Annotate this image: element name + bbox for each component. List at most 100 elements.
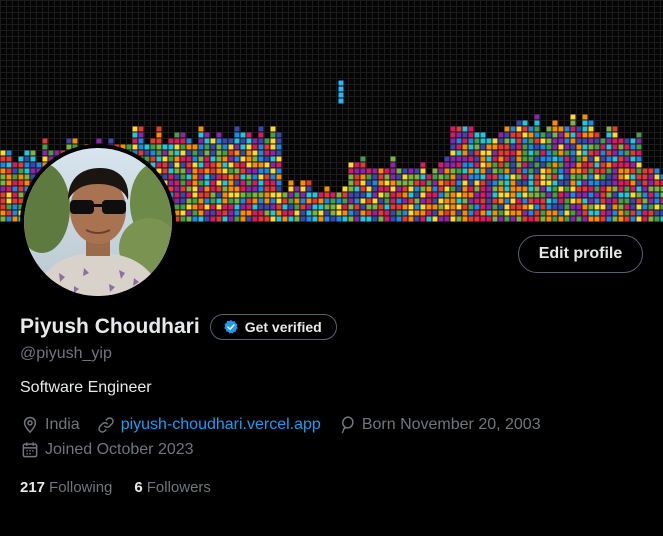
- banner-block: [552, 192, 558, 198]
- banner-block: [636, 162, 642, 168]
- banner-block: [186, 192, 192, 198]
- banner-block: [480, 132, 486, 138]
- banner-block: [198, 204, 204, 210]
- banner-block: [0, 204, 6, 210]
- banner-block: [174, 168, 180, 174]
- banner-block: [276, 132, 282, 138]
- banner-block: [222, 192, 228, 198]
- banner-block: [6, 162, 12, 168]
- banner-block: [576, 162, 582, 168]
- banner-block: [456, 132, 462, 138]
- banner-block: [444, 204, 450, 210]
- get-verified-label: Get verified: [244, 319, 322, 335]
- banner-block: [474, 192, 480, 198]
- banner-block: [630, 144, 636, 150]
- banner-block: [246, 174, 252, 180]
- banner-block: [438, 192, 444, 198]
- banner-block: [420, 186, 426, 192]
- banner-block: [600, 204, 606, 210]
- banner-block: [264, 144, 270, 150]
- banner-block: [606, 192, 612, 198]
- banner-block: [270, 198, 276, 204]
- banner-block: [198, 162, 204, 168]
- banner-block: [438, 210, 444, 216]
- banner-block: [600, 144, 606, 150]
- banner-block: [624, 192, 630, 198]
- banner-block: [354, 204, 360, 210]
- banner-block: [216, 138, 222, 144]
- followers-link[interactable]: 6 Followers: [134, 479, 211, 496]
- banner-block: [372, 204, 378, 210]
- banner-block: [270, 204, 276, 210]
- banner-block: [576, 126, 582, 132]
- banner-block: [528, 132, 534, 138]
- banner-block: [396, 168, 402, 174]
- banner-block: [372, 186, 378, 192]
- banner-block: [528, 174, 534, 180]
- banner-block: [594, 168, 600, 174]
- banner-block: [330, 192, 336, 198]
- banner-block: [450, 156, 456, 162]
- banner-block: [606, 138, 612, 144]
- banner-block: [348, 216, 354, 222]
- banner-block: [138, 138, 144, 144]
- banner-block: [348, 204, 354, 210]
- banner-block: [534, 204, 540, 210]
- banner-block: [546, 210, 552, 216]
- banner-block: [186, 186, 192, 192]
- banner-block: [552, 204, 558, 210]
- banner-block: [594, 192, 600, 198]
- banner-block: [450, 198, 456, 204]
- banner-block: [474, 168, 480, 174]
- banner-block: [546, 216, 552, 222]
- banner-block: [462, 162, 468, 168]
- banner-block: [606, 198, 612, 204]
- banner-block: [234, 156, 240, 162]
- banner-block: [480, 204, 486, 210]
- banner-block: [204, 168, 210, 174]
- banner-block: [204, 186, 210, 192]
- banner-block: [192, 150, 198, 156]
- banner-block: [480, 162, 486, 168]
- banner-block: [222, 204, 228, 210]
- banner-block: [630, 174, 636, 180]
- banner-block: [480, 138, 486, 144]
- banner-block: [564, 138, 570, 144]
- joined-item: Joined October 2023: [20, 440, 194, 460]
- banner-block: [504, 204, 510, 210]
- banner-block: [402, 204, 408, 210]
- banner-block: [510, 204, 516, 210]
- banner-block: [18, 168, 24, 174]
- banner-block: [378, 174, 384, 180]
- edit-profile-button[interactable]: Edit profile: [518, 235, 643, 273]
- banner-block: [528, 210, 534, 216]
- banner-block: [216, 192, 222, 198]
- banner-block: [186, 138, 192, 144]
- get-verified-button[interactable]: Get verified: [209, 314, 337, 340]
- banner-block: [438, 198, 444, 204]
- banner-block: [312, 198, 318, 204]
- banner-block: [30, 156, 36, 162]
- following-link[interactable]: 217 Following: [20, 479, 112, 496]
- banner-block: [606, 174, 612, 180]
- banner-block: [24, 162, 30, 168]
- banner-block: [468, 210, 474, 216]
- website-item[interactable]: piyush-choudhari.vercel.app: [96, 415, 321, 435]
- profile-avatar[interactable]: [20, 144, 176, 300]
- banner-block: [558, 162, 564, 168]
- banner-block: [354, 174, 360, 180]
- banner-block: [438, 162, 444, 168]
- banner-block: [210, 138, 216, 144]
- banner-block: [516, 150, 522, 156]
- banner-block: [402, 198, 408, 204]
- banner-block: [270, 138, 276, 144]
- banner-block: [306, 198, 312, 204]
- banner-block: [222, 168, 228, 174]
- banner-block: [588, 192, 594, 198]
- banner-block: [504, 126, 510, 132]
- banner-block: [312, 210, 318, 216]
- website-link[interactable]: piyush-choudhari.vercel.app: [121, 416, 321, 434]
- banner-block: [558, 174, 564, 180]
- banner-block: [504, 168, 510, 174]
- banner-block: [570, 144, 576, 150]
